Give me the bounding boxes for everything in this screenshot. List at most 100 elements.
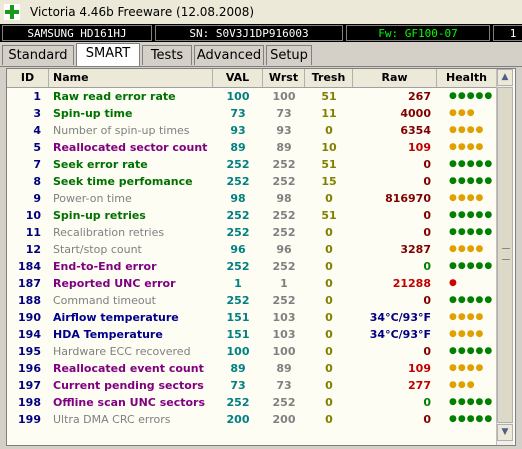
drive-model: SAMSUNG HD161HJ (2, 25, 152, 41)
attr-raw: 3287 (400, 243, 431, 256)
tab-setup[interactable]: Setup (266, 45, 312, 65)
attr-threshold: 51 (321, 158, 337, 171)
attr-name: HDA Temperature (53, 328, 163, 341)
table-row[interactable]: 197 Current pending sectors 73 73 0 277 ●●● (7, 377, 497, 394)
attr-id: 5 (33, 141, 41, 154)
attr-raw: 4000 (400, 107, 431, 120)
col-health[interactable]: Health (437, 69, 497, 87)
table-row[interactable]: 195 Hardware ECC recovered 100 100 0 0 ●●●●● (7, 343, 497, 360)
col-tresh[interactable]: Tresh (305, 69, 353, 87)
tab-advanced[interactable]: Advanced (194, 45, 264, 65)
attr-id: 194 (18, 328, 41, 341)
scroll-up-icon[interactable]: ▲ (497, 69, 513, 86)
col-raw[interactable]: Raw (353, 69, 437, 87)
table-row[interactable]: 11 Recalibration retries 252 252 0 0 ●●●●● (7, 224, 497, 241)
attr-val: 252 (226, 209, 250, 222)
table-row[interactable]: 7 Seek error rate 252 252 51 0 ●●●●● (7, 156, 497, 173)
attr-val: 93 (230, 124, 246, 137)
attr-name: Ultra DMA CRC errors (53, 413, 171, 426)
attr-name: Start/stop count (53, 243, 142, 256)
drive-serial: SN: S0V3J1DP916003 (155, 25, 343, 41)
attr-id: 1 (33, 90, 41, 103)
attr-threshold: 0 (325, 294, 333, 307)
scroll-down-icon[interactable]: ▼ (497, 424, 513, 441)
attr-id: 187 (18, 277, 41, 290)
table-row[interactable]: 8 Seek time perfomance 252 252 15 0 ●●●●● (7, 173, 497, 190)
attr-name: Seek error rate (53, 158, 148, 171)
table-row[interactable]: 5 Reallocated sector count 89 89 10 109 ●●●● (7, 139, 497, 156)
col-name[interactable]: Name (49, 69, 213, 87)
attr-id: 195 (18, 345, 41, 358)
attr-name: Hardware ECC recovered (53, 345, 191, 358)
table-row[interactable]: 1 Raw read error rate 100 100 51 267 ●●●●● (7, 88, 497, 105)
scroll-thumb[interactable] (497, 87, 513, 423)
attr-val: 151 (226, 328, 250, 341)
tab-tests[interactable]: Tests (142, 45, 192, 65)
table-row[interactable]: 12 Start/stop count 96 96 0 3287 ●●●● (7, 241, 497, 258)
attr-id: 198 (18, 396, 41, 409)
attr-name: Raw read error rate (53, 90, 176, 103)
attr-threshold: 0 (325, 226, 333, 239)
health-dots: ●●●● (449, 193, 485, 203)
attr-worst: 252 (272, 396, 296, 409)
attr-threshold: 0 (325, 328, 333, 341)
attr-val: 73 (230, 379, 246, 392)
table-row[interactable]: 184 End-to-End error 252 252 0 0 ●●●●● (7, 258, 497, 275)
attr-id: 8 (33, 175, 41, 188)
col-id[interactable]: ID (7, 69, 49, 87)
attr-threshold: 0 (325, 277, 333, 290)
table-row[interactable]: 198 Offline scan UNC sectors 252 252 0 0 ●●●●● (7, 394, 497, 411)
attr-raw: 0 (423, 158, 431, 171)
attr-threshold: 0 (325, 311, 333, 324)
attr-name: Offline scan UNC sectors (53, 396, 206, 409)
tab-smart[interactable]: SMART (76, 43, 140, 66)
health-dots: ●●●●● (449, 91, 494, 101)
attr-id: 7 (33, 158, 41, 171)
table-row[interactable]: 196 Reallocated event count 89 89 0 109 ●●●● (7, 360, 497, 377)
attr-id: 12 (25, 243, 41, 256)
health-dots: ●●● (449, 108, 476, 118)
table-row[interactable]: 4 Number of spin-up times 93 93 0 6354 ●●●● (7, 122, 497, 139)
attr-val: 89 (230, 141, 246, 154)
attr-raw: 0 (423, 396, 431, 409)
attr-threshold: 10 (321, 141, 337, 154)
attr-worst: 100 (272, 90, 296, 103)
window-title: Victoria 4.46b Freeware (12.08.2008) (30, 5, 255, 19)
attr-worst: 252 (272, 158, 296, 171)
attr-id: 11 (25, 226, 41, 239)
tab-bar: Standard SMART Tests Advanced Setup (0, 42, 522, 67)
health-dots: ●●● (449, 380, 476, 390)
table-row[interactable]: 3 Spin-up time 73 73 11 4000 ●●● (7, 105, 497, 122)
attr-id: 3 (33, 107, 41, 120)
table-row[interactable]: 188 Command timeout 252 252 0 0 ●●●●● (7, 292, 497, 309)
app-plus-icon (4, 4, 20, 20)
attr-worst: 252 (272, 260, 296, 273)
col-val[interactable]: VAL (213, 69, 263, 87)
table-row[interactable]: 190 Airflow temperature 151 103 0 34°C/93°F ●●… (7, 309, 497, 326)
attr-val: 151 (226, 311, 250, 324)
tab-standard[interactable]: Standard (2, 45, 74, 65)
health-dots: ● (449, 278, 458, 288)
attr-val: 100 (226, 345, 250, 358)
vertical-scrollbar[interactable]: ▲ ▼ (496, 69, 513, 445)
table-row[interactable]: 199 Ultra DMA CRC errors 200 200 0 0 ●●●●● (7, 411, 497, 428)
attr-threshold: 0 (325, 362, 333, 375)
col-wrst[interactable]: Wrst (263, 69, 305, 87)
attr-name: Seek time perfomance (53, 175, 193, 188)
attr-id: 197 (18, 379, 41, 392)
drive-extra: 1 (493, 25, 522, 41)
attr-raw: 109 (408, 141, 431, 154)
attr-id: 199 (18, 413, 41, 426)
attr-worst: 252 (272, 175, 296, 188)
table-row[interactable]: 194 HDA Temperature 151 103 0 34°C/93°F ●●●● (7, 326, 497, 343)
table-row[interactable]: 10 Spin-up retries 252 252 51 0 ●●●●● (7, 207, 497, 224)
smart-table[interactable]: ID Name VAL Wrst Tresh Raw Health 1 Raw r… (6, 68, 516, 446)
health-dots: ●●●●● (449, 295, 494, 305)
attr-raw: 0 (423, 175, 431, 188)
attr-id: 9 (33, 192, 41, 205)
table-row[interactable]: 9 Power-on time 98 98 0 816970 ●●●● (7, 190, 497, 207)
attr-raw: 0 (423, 294, 431, 307)
table-row[interactable]: 187 Reported UNC error 1 1 0 21288 ● (7, 275, 497, 292)
attr-raw: 109 (408, 362, 431, 375)
attr-val: 252 (226, 294, 250, 307)
